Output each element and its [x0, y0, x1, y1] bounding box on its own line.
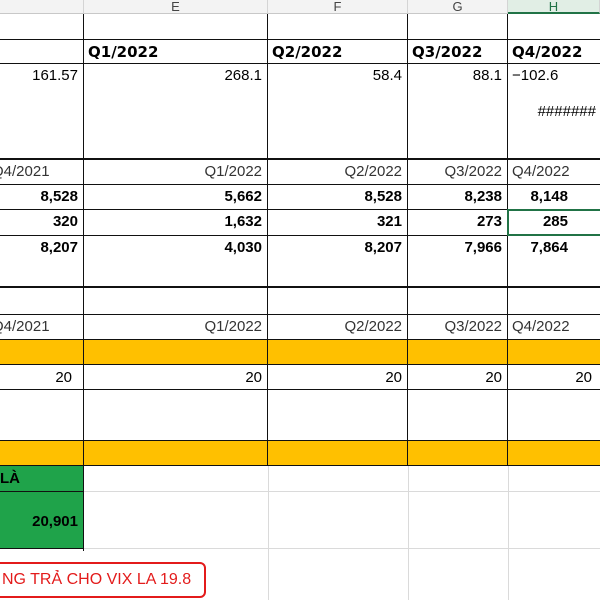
cell-F-header[interactable]: Q2/2022 [268, 40, 408, 64]
cell-E-quarter[interactable]: Q1/2022 [84, 160, 268, 184]
cell-D-twenty[interactable]: 20 [0, 366, 84, 390]
cell-D-row-c[interactable]: 8,207 [0, 236, 84, 260]
cell-D-quarter-2[interactable]: Q4/2021 [0, 315, 84, 339]
cell-F-row-a[interactable]: 8,528 [268, 185, 408, 209]
cell-G-row-c[interactable]: 7,966 [408, 236, 508, 260]
active-cell-selection[interactable] [507, 209, 600, 236]
column-header-E[interactable]: E [84, 0, 268, 14]
cell-E-row-c[interactable]: 4,030 [84, 236, 268, 260]
cell-E-twenty[interactable]: 20 [84, 366, 268, 390]
cell-E-row-a[interactable]: 5,662 [84, 185, 268, 209]
note-text: NG TRẢ CHO VIX LA 19.8 [2, 571, 192, 588]
cell-H-value[interactable]: −102.6 [508, 64, 600, 88]
cell-H-header[interactable]: Q4/2022 [508, 40, 600, 64]
cell-D-row-a[interactable]: 8,528 [0, 185, 84, 209]
green-block-label[interactable]: LÀ [0, 467, 84, 491]
column-header-G[interactable]: G [408, 0, 508, 14]
cell-H-overflow[interactable]: ####### [508, 100, 600, 124]
cell-F-quarter[interactable]: Q2/2022 [268, 160, 408, 184]
yellow-band-2 [0, 441, 600, 465]
note-box[interactable]: NG TRẢ CHO VIX LA 19.8 [0, 562, 206, 598]
cell-D-quarter[interactable]: Q4/2021 [0, 160, 84, 184]
cell-E-quarter-2[interactable]: Q1/2022 [84, 315, 268, 339]
cell-H-quarter-2[interactable]: Q4/2022 [508, 315, 600, 339]
cell-E-value[interactable]: 268.1 [84, 64, 268, 88]
cell-E-row-b[interactable]: 1,632 [84, 210, 268, 234]
cell-H-twenty[interactable]: 20 [508, 366, 600, 390]
cell-D-value[interactable]: 161.57 [0, 64, 84, 88]
cell-E-header[interactable]: Q1/2022 [84, 40, 268, 64]
cell-F-twenty[interactable]: 20 [268, 366, 408, 390]
cell-G-value[interactable]: 88.1 [408, 64, 508, 88]
cell-G-quarter[interactable]: Q3/2022 [408, 160, 508, 184]
green-block-value[interactable]: 20,901 [0, 510, 84, 534]
column-header-D[interactable] [0, 0, 84, 14]
column-header-F[interactable]: F [268, 0, 408, 14]
cell-H-row-c[interactable]: 7,864 [508, 236, 600, 260]
cell-F-row-c[interactable]: 8,207 [268, 236, 408, 260]
cell-G-twenty[interactable]: 20 [408, 366, 508, 390]
cell-G-quarter-2[interactable]: Q3/2022 [408, 315, 508, 339]
cell-D-row-b[interactable]: 320 [0, 210, 84, 234]
cell-F-quarter-2[interactable]: Q2/2022 [268, 315, 408, 339]
cell-G-row-a[interactable]: 8,238 [408, 185, 508, 209]
cell-H-row-a[interactable]: 8,148 [508, 185, 600, 209]
cell-F-value[interactable]: 58.4 [268, 64, 408, 88]
yellow-band-1 [0, 340, 600, 364]
cell-G-row-b[interactable]: 273 [408, 210, 508, 234]
column-header-H[interactable]: H [508, 0, 600, 14]
cell-F-row-b[interactable]: 321 [268, 210, 408, 234]
cell-G-header[interactable]: Q3/2022 [408, 40, 508, 64]
cell-H-quarter[interactable]: Q4/2022 [508, 160, 600, 184]
